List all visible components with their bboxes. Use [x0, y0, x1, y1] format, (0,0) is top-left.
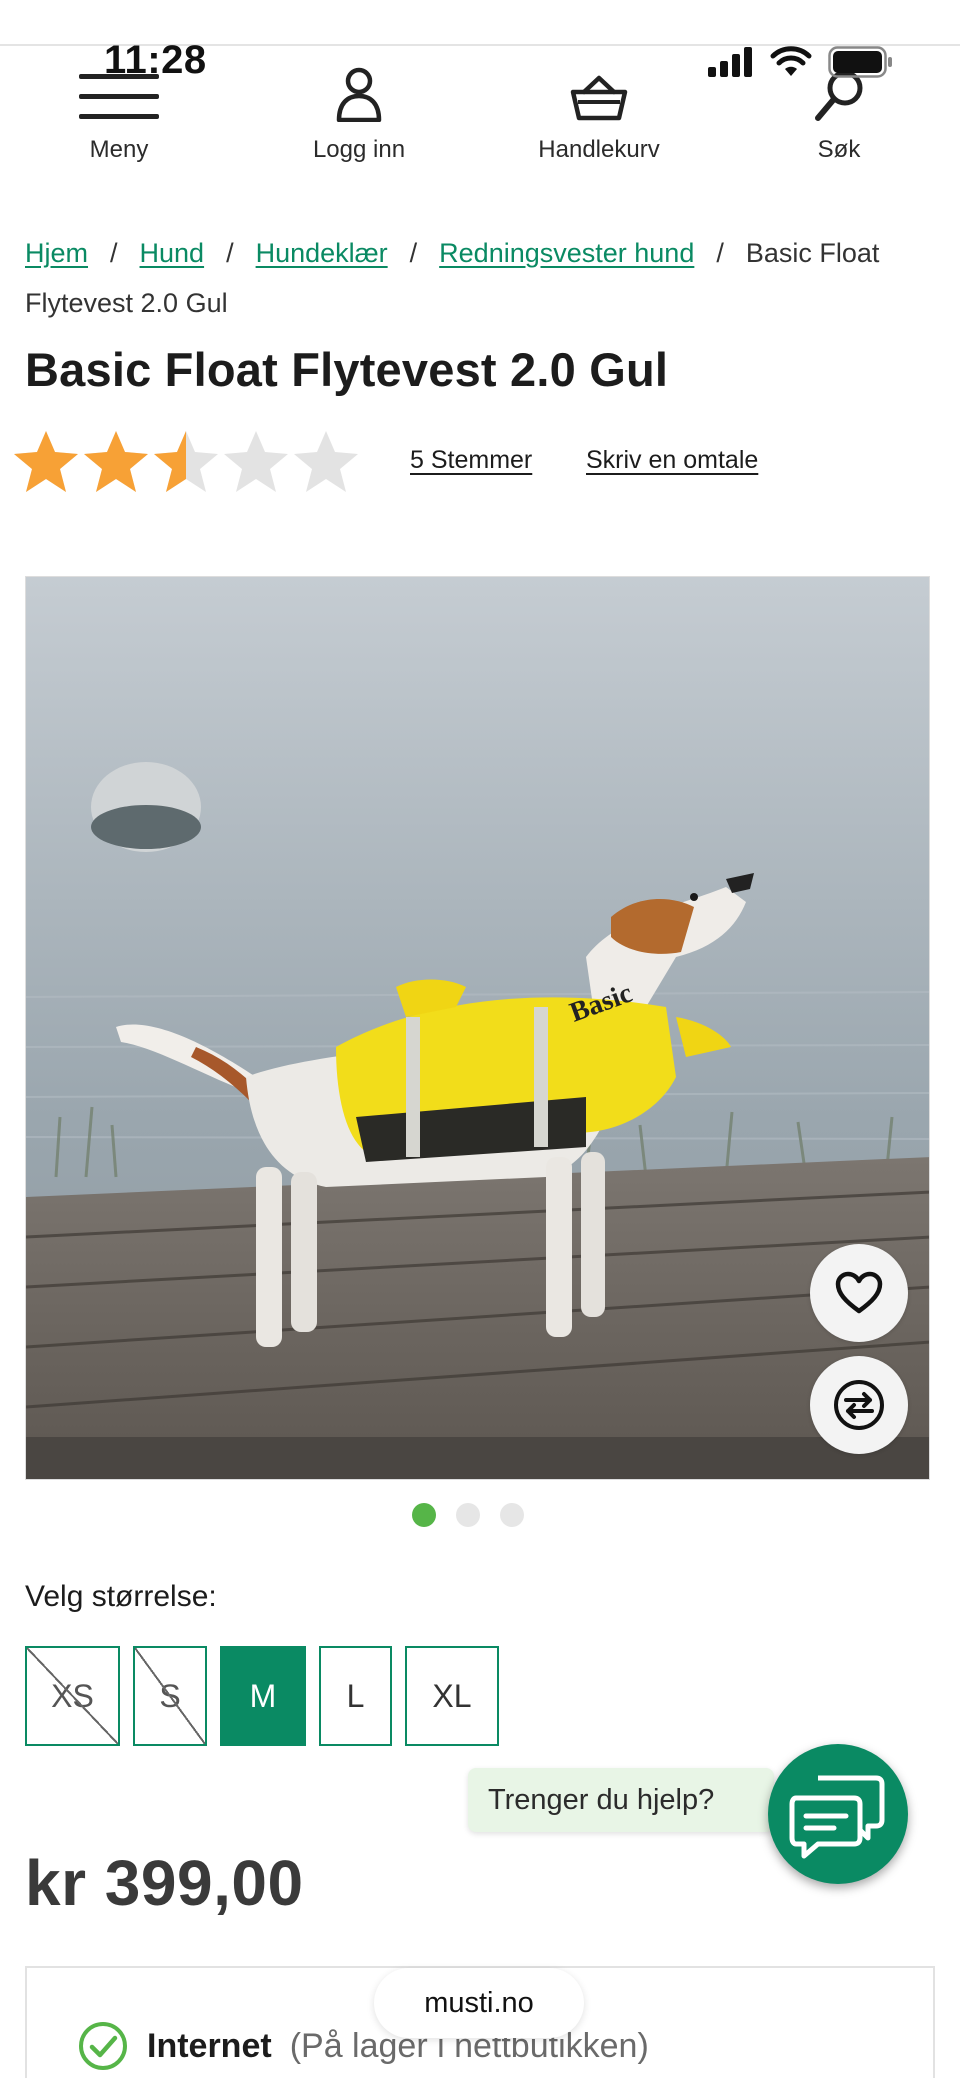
star-icon: [294, 431, 358, 492]
cart-button[interactable]: Handlekurv: [499, 60, 699, 164]
chat-button[interactable]: [768, 1744, 908, 1884]
size-label: Velg størrelse:: [25, 1580, 217, 1613]
size-option-xl[interactable]: XL: [405, 1646, 499, 1746]
chat-icon: [789, 1775, 885, 1859]
compare-arrows-icon: [834, 1380, 884, 1430]
browser-url-pill[interactable]: musti.no: [374, 1968, 584, 2038]
image-carousel-dots: [412, 1503, 524, 1527]
breadcrumb: Hjem / Hund / Hundeklær / Redningsvester hund /…: [25, 228, 925, 328]
cart-label: Handlekurv: [538, 136, 660, 163]
wifi-icon: [770, 46, 812, 76]
size-option-s[interactable]: S: [133, 1646, 207, 1746]
carousel-dot[interactable]: [500, 1503, 524, 1527]
breadcrumb-link[interactable]: Hjem: [25, 238, 88, 268]
rating-stars[interactable]: [12, 428, 360, 496]
size-option-l[interactable]: L: [319, 1646, 392, 1746]
breadcrumb-link[interactable]: Hund: [140, 238, 205, 268]
product-image[interactable]: Basic: [25, 576, 930, 1480]
signal-icon: [708, 47, 752, 77]
battery-icon: [828, 46, 892, 78]
login-label: Logg inn: [312, 136, 406, 163]
basket-icon: [570, 75, 628, 121]
status-time: 11:28: [104, 38, 207, 82]
size-options: XS S M L XL: [25, 1646, 499, 1746]
check-circle-icon: [79, 2022, 127, 2070]
stock-channel: Internet: [147, 2026, 272, 2065]
star-icon: [224, 431, 288, 492]
star-icon: [14, 431, 78, 492]
compare-button[interactable]: [810, 1356, 908, 1454]
user-icon: [336, 67, 382, 122]
login-button[interactable]: Logg inn: [259, 60, 459, 164]
help-bubble[interactable]: Trenger du hjelp?: [468, 1768, 775, 1832]
size-option-xs[interactable]: XS: [25, 1646, 120, 1746]
breadcrumb-separator: /: [409, 238, 418, 268]
breadcrumb-separator: /: [226, 238, 234, 268]
breadcrumb-separator: /: [716, 238, 724, 268]
dog-life-vest-photo: Basic: [26, 577, 929, 1479]
write-review-link[interactable]: Skriv en omtale: [586, 446, 758, 475]
product-price: kr 399,00: [25, 1847, 304, 1919]
carousel-dot[interactable]: [412, 1503, 436, 1527]
heart-icon: [835, 1271, 883, 1314]
breadcrumb-separator: /: [110, 238, 118, 268]
search-label: Søk: [817, 136, 861, 163]
add-to-wishlist-button[interactable]: [810, 1244, 908, 1342]
breadcrumb-link[interactable]: Redningsvester hund: [439, 238, 694, 268]
star-icon: [84, 431, 148, 492]
votes-link[interactable]: 5 Stemmer: [410, 446, 532, 475]
star-icon: [154, 431, 218, 492]
breadcrumb-link[interactable]: Hundeklær: [256, 238, 388, 268]
status-icons: [708, 46, 894, 78]
size-option-m[interactable]: M: [220, 1646, 306, 1746]
product-title: Basic Float Flytevest 2.0 Gul: [25, 343, 669, 396]
menu-label: Meny: [89, 136, 149, 163]
carousel-dot[interactable]: [456, 1503, 480, 1527]
